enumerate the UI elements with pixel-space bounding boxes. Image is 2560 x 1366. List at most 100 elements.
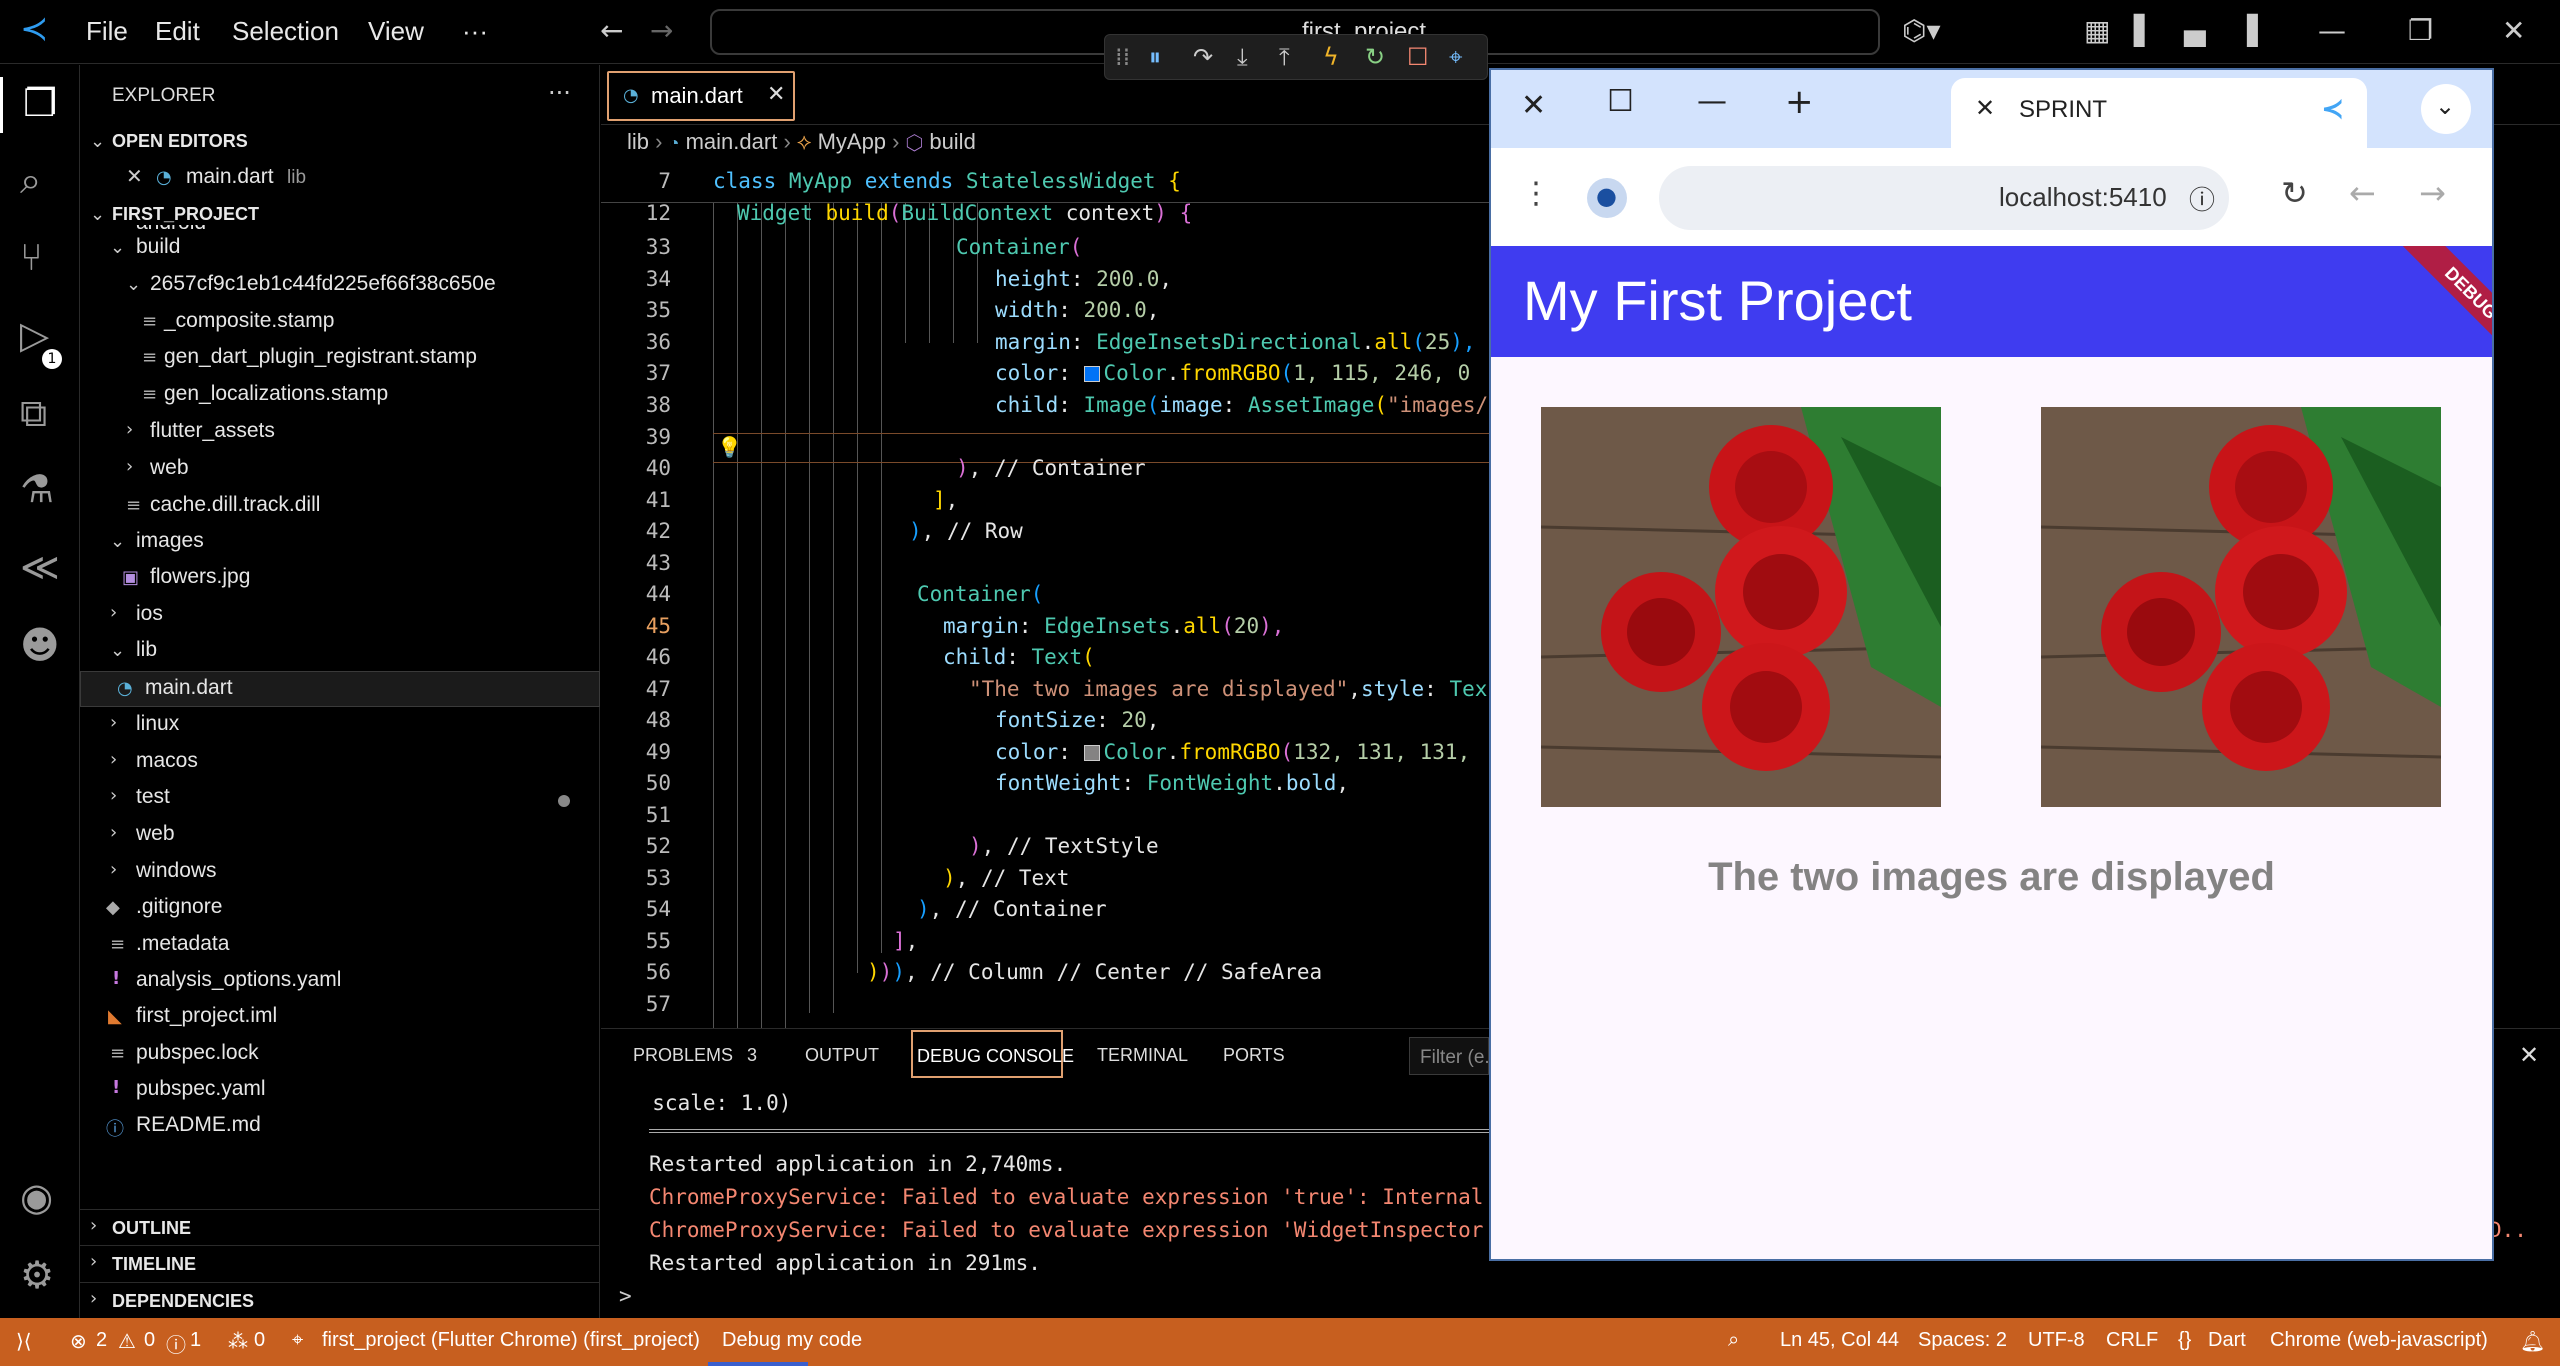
- menu-kebab-icon[interactable]: ⋮: [1521, 176, 1551, 211]
- file-pubspec-lock[interactable]: pubspec.lock: [136, 1041, 259, 1065]
- restore-icon[interactable]: ❐: [2408, 14, 2433, 48]
- info-count[interactable]: 1: [190, 1329, 201, 1352]
- file-gen-localizations[interactable]: gen_localizations.stamp: [164, 382, 388, 406]
- debug-session[interactable]: first_project (Flutter Chrome) (first_pr…: [322, 1329, 700, 1352]
- reload-icon[interactable]: ↻: [2281, 174, 2308, 212]
- flutter-icon[interactable]: ≪: [20, 547, 60, 587]
- search-icon[interactable]: ⌕: [20, 160, 41, 200]
- color-swatch-gray[interactable]: [1083, 745, 1100, 761]
- explorer-more-icon[interactable]: ···: [548, 79, 571, 107]
- tab-close-icon[interactable]: ✕: [1975, 94, 1995, 122]
- chevron-down-icon[interactable]: ⌄: [90, 131, 105, 152]
- file-analysis-options[interactable]: analysis_options.yaml: [136, 968, 341, 992]
- file-gitignore[interactable]: .gitignore: [136, 895, 222, 919]
- breadcrumb-file[interactable]: main.dart: [686, 129, 778, 154]
- account-icon[interactable]: ◉: [20, 1177, 53, 1217]
- minimize-icon[interactable]: —: [1697, 84, 1727, 119]
- chevron-right-icon[interactable]: ›: [110, 749, 117, 770]
- chevron-down-icon[interactable]: ⌄: [90, 204, 105, 225]
- open-editors-header[interactable]: OPEN EDITORS: [112, 131, 248, 152]
- file-cache[interactable]: cache.dill.track.dill: [150, 493, 320, 517]
- chevron-right-icon[interactable]: ›: [110, 785, 117, 806]
- run-debug-icon[interactable]: ▷: [20, 315, 49, 355]
- testing-icon[interactable]: ⚗: [20, 469, 54, 509]
- target-device[interactable]: Chrome (web-javascript): [2270, 1329, 2488, 1352]
- close-window-icon[interactable]: ✕: [2502, 14, 2525, 48]
- toggle-panel-icon[interactable]: ▄: [2184, 14, 2206, 48]
- extensions-icon[interactable]: ⧉: [20, 393, 47, 433]
- outline-header[interactable]: OUTLINE: [112, 1218, 191, 1239]
- breadcrumb-class[interactable]: MyApp: [818, 129, 886, 154]
- selected-file-row[interactable]: ◔ main.dart: [80, 671, 600, 707]
- folder-build[interactable]: build: [136, 235, 180, 259]
- tab-debug-console[interactable]: DEBUG CONSOLE: [911, 1030, 1074, 1078]
- chevron-right-icon[interactable]: ›: [110, 712, 117, 733]
- encoding[interactable]: UTF-8: [2028, 1329, 2085, 1352]
- chevron-right-icon[interactable]: ›: [90, 1251, 97, 1272]
- warning-count[interactable]: 0: [144, 1329, 155, 1352]
- open-editor-main[interactable]: main.dart: [186, 165, 274, 189]
- remote-icon[interactable]: ⟩⟨: [16, 1329, 32, 1354]
- file-readme[interactable]: README.md: [136, 1113, 261, 1137]
- folder-lib[interactable]: lib: [136, 638, 157, 662]
- error-count[interactable]: 2: [96, 1329, 107, 1352]
- indentation[interactable]: Spaces: 2: [1918, 1329, 2007, 1352]
- ports-count[interactable]: 0: [254, 1329, 265, 1352]
- chevron-down-icon[interactable]: ⌄: [110, 237, 125, 258]
- site-info-icon[interactable]: ⓘ: [2189, 180, 2215, 217]
- folder-web-build[interactable]: web: [150, 456, 189, 480]
- step-over-icon[interactable]: ↷: [1193, 43, 1213, 71]
- drag-handle-icon[interactable]: ⁞⁞: [1115, 43, 1130, 71]
- timeline-header[interactable]: TIMELINE: [112, 1254, 196, 1275]
- file-iml[interactable]: first_project.iml: [136, 1004, 277, 1028]
- restart-icon[interactable]: ↻: [1365, 43, 1385, 71]
- menu-more[interactable]: ···: [462, 16, 488, 47]
- folder-images[interactable]: images: [136, 529, 204, 553]
- new-tab-icon[interactable]: +: [1785, 82, 1814, 122]
- zoom-icon[interactable]: ⌕: [1728, 1329, 1739, 1352]
- close-editor-icon[interactable]: ✕: [126, 164, 143, 188]
- language-mode[interactable]: Dart: [2208, 1329, 2246, 1352]
- project-header[interactable]: FIRST_PROJECT: [112, 204, 259, 225]
- folder-hash[interactable]: 2657cf9c1eb1c44fd225ef66f38c650e: [150, 272, 496, 296]
- chevron-down-icon[interactable]: ⌄: [110, 531, 125, 552]
- folder-test[interactable]: test: [136, 785, 170, 809]
- folder-android[interactable]: android: [136, 225, 206, 235]
- menu-selection[interactable]: Selection: [232, 16, 339, 47]
- file-composite[interactable]: _composite.stamp: [164, 309, 334, 333]
- step-into-icon[interactable]: ⤓: [1237, 43, 1248, 71]
- inspect-widget-icon[interactable]: ⌖: [1449, 43, 1463, 71]
- breadcrumb-method[interactable]: build: [929, 129, 975, 154]
- folder-flutter-assets[interactable]: flutter_assets: [150, 419, 275, 443]
- stop-icon[interactable]: ☐: [1407, 43, 1429, 71]
- folder-macos[interactable]: macos: [136, 749, 198, 773]
- settings-gear-icon[interactable]: ⚙: [20, 1255, 54, 1295]
- chevron-right-icon[interactable]: ›: [126, 456, 133, 477]
- address-bar[interactable]: localhost:5410 ⓘ: [1659, 166, 2229, 230]
- close-panel-icon[interactable]: ✕: [2519, 1041, 2539, 1069]
- tab-close-icon[interactable]: ✕: [767, 82, 785, 107]
- pause-icon[interactable]: ⏸: [1149, 43, 1161, 71]
- notifications-bell-icon[interactable]: 🔔︎: [2520, 1329, 2545, 1354]
- menu-file[interactable]: File: [86, 16, 128, 47]
- chevron-right-icon[interactable]: ›: [90, 1288, 97, 1309]
- menu-view[interactable]: View: [368, 16, 424, 47]
- menu-edit[interactable]: Edit: [155, 16, 200, 47]
- chevron-right-icon[interactable]: ›: [110, 822, 117, 843]
- chevron-right-icon[interactable]: ›: [90, 1215, 97, 1236]
- folder-windows[interactable]: windows: [136, 859, 217, 883]
- dependencies-header[interactable]: DEPENDENCIES: [112, 1291, 254, 1312]
- color-swatch-blue[interactable]: [1083, 366, 1100, 382]
- file-pubspec-yaml[interactable]: pubspec.yaml: [136, 1077, 266, 1101]
- tab-problems[interactable]: PROBLEMS: [633, 1045, 733, 1066]
- maximize-icon[interactable]: ☐: [1607, 84, 1634, 119]
- tab-main-dart[interactable]: ◔ main.dart ✕: [607, 71, 795, 121]
- copilot-icon[interactable]: ⌬▾: [1902, 14, 1941, 48]
- forward-arrow-icon[interactable]: →: [650, 14, 673, 48]
- line-endings[interactable]: CRLF: [2106, 1329, 2158, 1352]
- cursor-position[interactable]: Ln 45, Col 44: [1780, 1329, 1899, 1352]
- chevron-right-icon[interactable]: ›: [110, 859, 117, 880]
- file-metadata[interactable]: .metadata: [136, 932, 229, 956]
- toggle-sidebar-icon[interactable]: ▌: [2134, 14, 2156, 48]
- close-window-icon[interactable]: ✕: [1521, 88, 1546, 123]
